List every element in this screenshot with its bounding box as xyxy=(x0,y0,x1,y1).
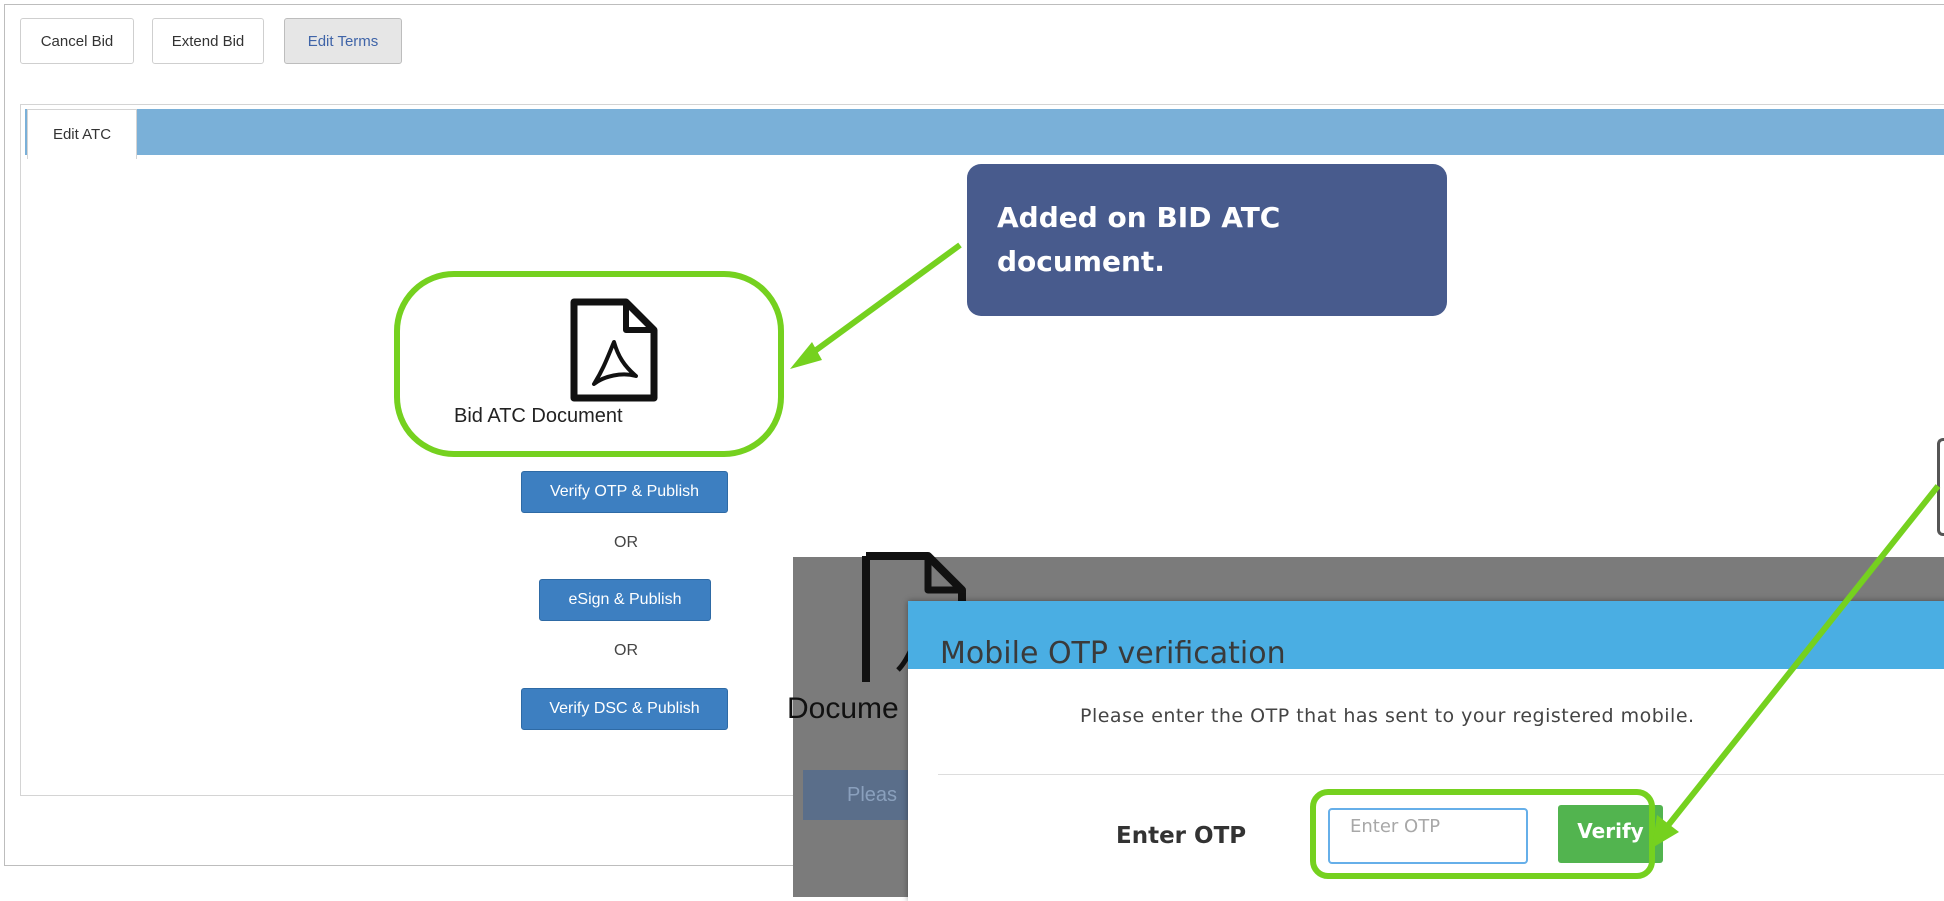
arrow-to-otp-input xyxy=(1652,484,1941,848)
arrow-to-document xyxy=(790,242,962,369)
annotation-arrows xyxy=(790,242,1941,848)
